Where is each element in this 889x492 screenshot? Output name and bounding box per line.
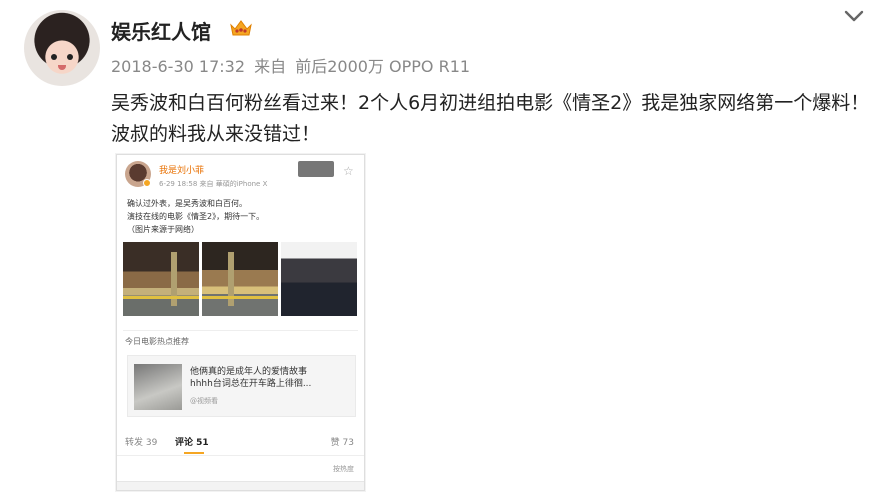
- rec-title: 他俩真的是成年人的爱情故事 hhhh台词总在开车路上徘徊...: [190, 366, 311, 390]
- rec-title-line: 他俩真的是成年人的爱情故事: [190, 367, 308, 377]
- card-verified-badge-icon: [143, 179, 151, 187]
- card-text-line: 演技在线的电影《情圣2》，期待一下。: [127, 212, 265, 221]
- post-meta: 2018-6-30 17:32 来自 前后2000万 OPPO R11: [111, 53, 474, 77]
- card-photo: [202, 242, 278, 316]
- card-divider: [123, 330, 358, 331]
- card-section-title: 今日电影热点推荐: [125, 337, 189, 346]
- rec-thumbnail: [134, 364, 182, 410]
- card-repost-count: 转发 39: [125, 438, 158, 448]
- card-meta: 6-29 18:58 来自 華碩的iPhone X: [159, 180, 268, 188]
- post-time[interactable]: 2018-6-30 17:32: [111, 57, 245, 76]
- card-divider: [117, 455, 364, 456]
- username[interactable]: 娱乐红人馆: [111, 16, 211, 45]
- photo-stripe: [123, 296, 199, 299]
- card-photo: [281, 242, 357, 316]
- card-text-line: （图片来源于网络）: [127, 225, 199, 234]
- card-username: 我是刘小菲: [159, 166, 205, 176]
- avatar-eye: [51, 54, 57, 60]
- rec-title-line: hhhh台词总在开车路上徘徊...: [190, 379, 312, 389]
- card-comment-count: 评论 51: [175, 438, 209, 448]
- vip-crown-icon[interactable]: [228, 18, 254, 38]
- rec-source: @视频看: [190, 397, 218, 405]
- card-tab-underline: [184, 452, 204, 454]
- card-like-count: 赞 73: [330, 438, 354, 448]
- avatar[interactable]: [24, 10, 100, 86]
- card-sort-label: 按热度: [333, 465, 354, 473]
- card-actions: 转发 39 评论 51 赞 73: [117, 435, 364, 451]
- post-text: 吴秀波和白百何粉丝看过来！2个人6月初进组拍电影《情圣2》我是独家网络第一个爆料…: [111, 92, 870, 145]
- chevron-down-icon[interactable]: [840, 6, 868, 26]
- card-star-icon: ☆: [343, 164, 354, 178]
- card-photo: [123, 242, 199, 316]
- post-source[interactable]: 前后2000万 OPPO R11: [295, 57, 470, 76]
- photo-stripe: [202, 296, 278, 299]
- card-bottom-strip: [117, 481, 364, 490]
- embedded-screenshot[interactable]: 我是刘小菲 6-29 18:58 来自 華碩的iPhone X ☆ 确认过外表，…: [116, 154, 365, 491]
- card-text-line: 确认过外表，是吴秀波和白百何。: [127, 199, 247, 208]
- avatar-eye: [67, 54, 73, 60]
- source-prefix: 来自: [254, 57, 287, 76]
- card-text: 确认过外表，是吴秀波和白百何。 演技在线的电影《情圣2》，期待一下。 （图片来源…: [127, 197, 359, 236]
- card-recommendation: 他俩真的是成年人的爱情故事 hhhh台词总在开车路上徘徊... @视频看: [127, 355, 356, 417]
- avatar-mouth: [58, 65, 66, 70]
- card-mini-thumbnail: [298, 161, 334, 177]
